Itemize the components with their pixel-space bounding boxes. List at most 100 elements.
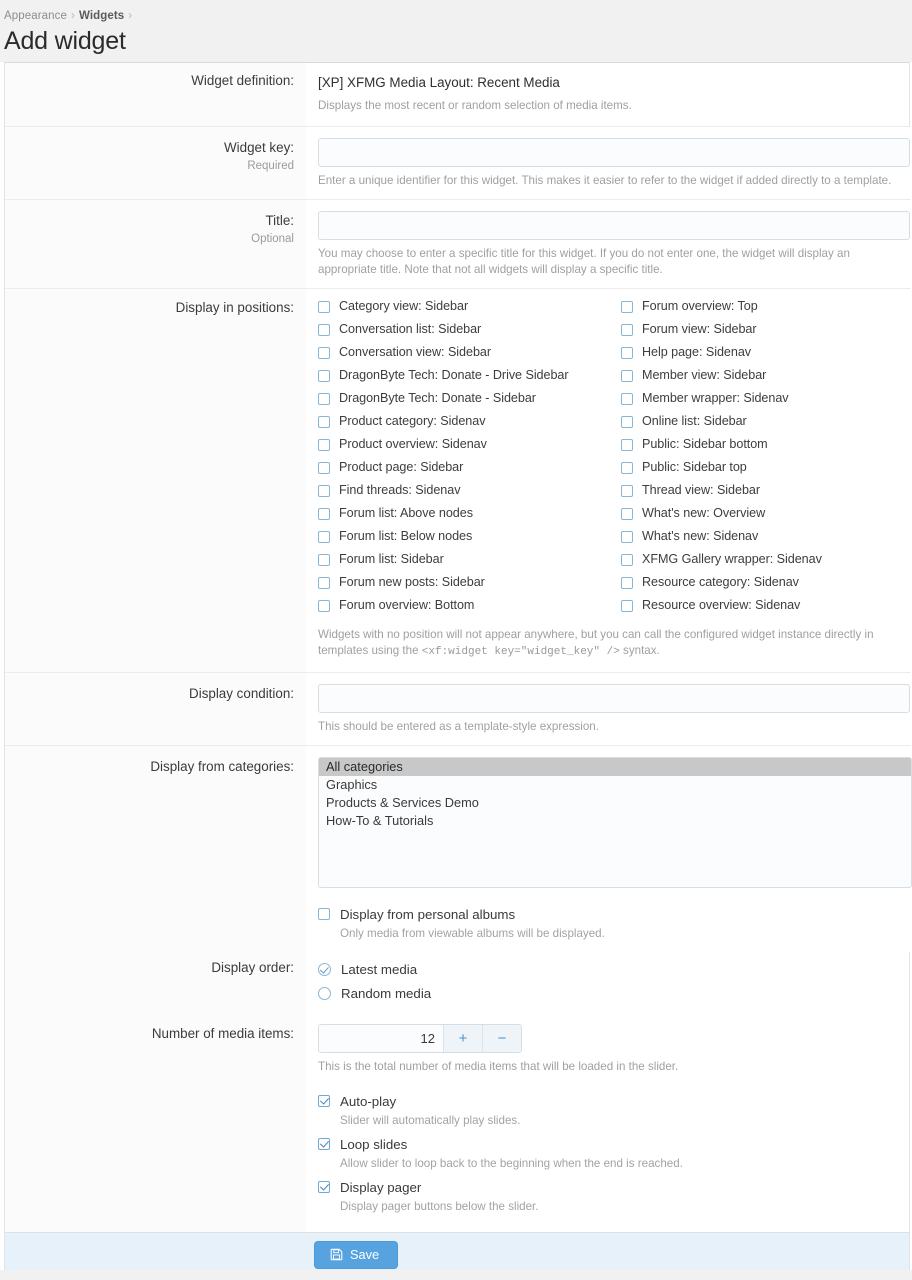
position-checkbox-label: Find threads: Sidenav	[330, 483, 460, 498]
position-checkbox-row[interactable]: Forum list: Below nodes	[318, 525, 621, 548]
position-checkbox-row[interactable]: Forum list: Above nodes	[318, 502, 621, 525]
stepper-increment-button[interactable]: +	[443, 1025, 482, 1052]
position-checkbox-label: Forum new posts: Sidebar	[330, 575, 485, 590]
position-checkbox-row[interactable]: Resource category: Sidenav	[621, 571, 912, 594]
number-items-stepper[interactable]: 12 + −	[318, 1024, 522, 1053]
position-checkbox[interactable]	[318, 508, 330, 520]
position-checkbox-row[interactable]: What's new: Overview	[621, 502, 912, 525]
page-title: Add widget	[0, 26, 912, 56]
position-checkbox[interactable]	[318, 393, 330, 405]
position-checkbox[interactable]	[621, 554, 633, 566]
slider-option-checkbox-row[interactable]: Loop slides	[318, 1134, 905, 1154]
position-checkbox[interactable]	[318, 577, 330, 589]
display-order-radio[interactable]	[318, 963, 331, 976]
personal-albums-checkbox[interactable]	[318, 908, 330, 920]
positions-hint-code: <xf:widget key="widget_key" />	[422, 646, 620, 658]
label-title: Title: Optional	[5, 200, 306, 247]
position-checkbox[interactable]	[621, 439, 633, 451]
position-checkbox[interactable]	[621, 347, 633, 359]
stepper-decrement-button[interactable]: −	[482, 1025, 521, 1052]
position-checkbox-row[interactable]: XFMG Gallery wrapper: Sidenav	[621, 548, 912, 571]
position-checkbox[interactable]	[621, 416, 633, 428]
slider-option-label: Auto-play	[330, 1094, 396, 1109]
position-checkbox-row[interactable]: DragonByte Tech: Donate - Drive Sidebar	[318, 364, 621, 387]
position-checkbox-row[interactable]: Member view: Sidebar	[621, 364, 912, 387]
categories-multiselect[interactable]: All categoriesGraphicsProducts & Service…	[318, 757, 912, 888]
position-checkbox-row[interactable]: Category view: Sidebar	[318, 295, 621, 318]
position-checkbox[interactable]	[318, 301, 330, 313]
row-number-items: Number of media items: 12 + − This is th…	[5, 1013, 909, 1232]
position-checkbox[interactable]	[621, 393, 633, 405]
position-checkbox-row[interactable]: Find threads: Sidenav	[318, 479, 621, 502]
label-display-categories: Display from categories:	[5, 746, 306, 776]
position-checkbox[interactable]	[318, 531, 330, 543]
position-checkbox[interactable]	[318, 324, 330, 336]
position-checkbox[interactable]	[621, 324, 633, 336]
slider-option-label: Loop slides	[330, 1137, 407, 1152]
breadcrumb-separator-icon-2: ›	[124, 10, 136, 22]
position-checkbox-row[interactable]: Conversation list: Sidebar	[318, 318, 621, 341]
position-checkbox-row[interactable]: Product category: Sidenav	[318, 410, 621, 433]
save-button[interactable]: Save	[314, 1241, 398, 1269]
position-checkbox[interactable]	[621, 531, 633, 543]
position-checkbox-row[interactable]: Public: Sidebar top	[621, 456, 912, 479]
slider-option-checkbox-row[interactable]: Auto-play	[318, 1091, 905, 1111]
position-checkbox-label: What's new: Overview	[633, 506, 765, 521]
position-checkbox[interactable]	[318, 554, 330, 566]
slider-option-checkbox-row[interactable]: Display pager	[318, 1177, 905, 1197]
position-checkbox-row[interactable]: Member wrapper: Sidenav	[621, 387, 912, 410]
position-checkbox-row[interactable]: Thread view: Sidebar	[621, 479, 912, 502]
save-button-label: Save	[350, 1247, 379, 1262]
category-option[interactable]: Products & Services Demo	[319, 794, 911, 812]
display-condition-input[interactable]	[318, 684, 910, 713]
position-checkbox-row[interactable]: Forum view: Sidebar	[621, 318, 912, 341]
position-checkbox[interactable]	[621, 485, 633, 497]
title-input[interactable]	[318, 211, 910, 240]
breadcrumb-item-widgets[interactable]: Widgets	[79, 10, 124, 22]
category-option[interactable]: Graphics	[319, 776, 911, 794]
position-checkbox-row[interactable]: Forum list: Sidebar	[318, 548, 621, 571]
position-checkbox[interactable]	[621, 577, 633, 589]
position-checkbox[interactable]	[621, 600, 633, 612]
display-condition-hint: This should be entered as a template-sty…	[318, 719, 910, 735]
position-checkbox[interactable]	[621, 301, 633, 313]
position-checkbox[interactable]	[318, 416, 330, 428]
display-order-radio-row[interactable]: Latest media	[318, 957, 905, 981]
position-checkbox[interactable]	[318, 462, 330, 474]
position-checkbox[interactable]	[621, 508, 633, 520]
number-items-input[interactable]: 12	[319, 1025, 443, 1052]
position-checkbox[interactable]	[318, 439, 330, 451]
position-checkbox[interactable]	[318, 347, 330, 359]
widget-key-input[interactable]	[318, 138, 910, 167]
position-checkbox-row[interactable]: Forum overview: Top	[621, 295, 912, 318]
position-checkbox-row[interactable]: Help page: Sidenav	[621, 341, 912, 364]
slider-option-checkbox[interactable]	[318, 1181, 330, 1193]
category-option[interactable]: How-To & Tutorials	[319, 812, 911, 830]
position-checkbox[interactable]	[318, 370, 330, 382]
position-checkbox-label: Member view: Sidebar	[633, 368, 766, 383]
category-option[interactable]: All categories	[319, 758, 911, 776]
position-checkbox-label: DragonByte Tech: Donate - Sidebar	[330, 391, 536, 406]
position-checkbox[interactable]	[318, 600, 330, 612]
position-checkbox-row[interactable]: Online list: Sidebar	[621, 410, 912, 433]
position-checkbox[interactable]	[621, 462, 633, 474]
position-checkbox-row[interactable]: Resource overview: Sidenav	[621, 594, 912, 617]
display-order-radio[interactable]	[318, 987, 331, 1000]
row-display-positions: Display in positions: Category view: Sid…	[5, 288, 909, 672]
position-checkbox-row[interactable]: Product overview: Sidenav	[318, 433, 621, 456]
position-checkbox[interactable]	[621, 370, 633, 382]
position-checkbox-row[interactable]: DragonByte Tech: Donate - Sidebar	[318, 387, 621, 410]
position-checkbox-row[interactable]: Public: Sidebar bottom	[621, 433, 912, 456]
position-checkbox-row[interactable]: Product page: Sidebar	[318, 456, 621, 479]
positions-hint-part2: syntax.	[620, 644, 660, 657]
position-checkbox-row[interactable]: Conversation view: Sidebar	[318, 341, 621, 364]
position-checkbox-row[interactable]: Forum new posts: Sidebar	[318, 571, 621, 594]
slider-option-checkbox[interactable]	[318, 1095, 330, 1107]
position-checkbox[interactable]	[318, 485, 330, 497]
personal-albums-checkbox-row[interactable]: Display from personal albums	[318, 904, 912, 924]
display-order-radio-row[interactable]: Random media	[318, 981, 905, 1005]
slider-option-checkbox[interactable]	[318, 1138, 330, 1150]
position-checkbox-row[interactable]: Forum overview: Bottom	[318, 594, 621, 617]
position-checkbox-row[interactable]: What's new: Sidenav	[621, 525, 912, 548]
breadcrumb-item-appearance[interactable]: Appearance	[4, 10, 67, 22]
